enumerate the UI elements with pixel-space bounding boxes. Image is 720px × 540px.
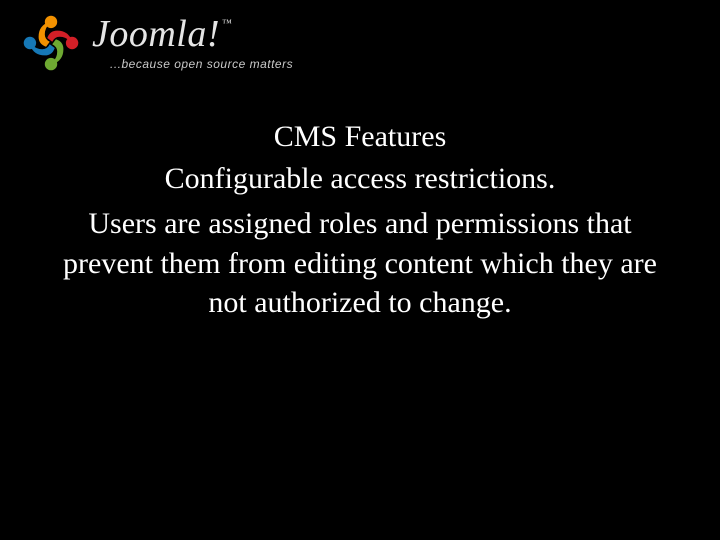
slide-subheading: Configurable access restrictions.: [40, 162, 680, 196]
logo-area: Joomla!™ ...because open source matters: [0, 0, 720, 74]
slide-heading: CMS Features: [40, 120, 680, 154]
logo-name: Joomla!™: [92, 15, 293, 53]
trademark-symbol: ™: [222, 18, 232, 29]
joomla-logo-icon: [20, 12, 82, 74]
logo-text: Joomla!™ ...because open source matters: [92, 15, 293, 71]
logo-name-text: Joomla!: [92, 13, 220, 55]
slide-body: Users are assigned roles and permissions…: [40, 204, 680, 323]
logo-tagline: ...because open source matters: [110, 57, 293, 71]
slide-content: CMS Features Configurable access restric…: [0, 120, 720, 323]
